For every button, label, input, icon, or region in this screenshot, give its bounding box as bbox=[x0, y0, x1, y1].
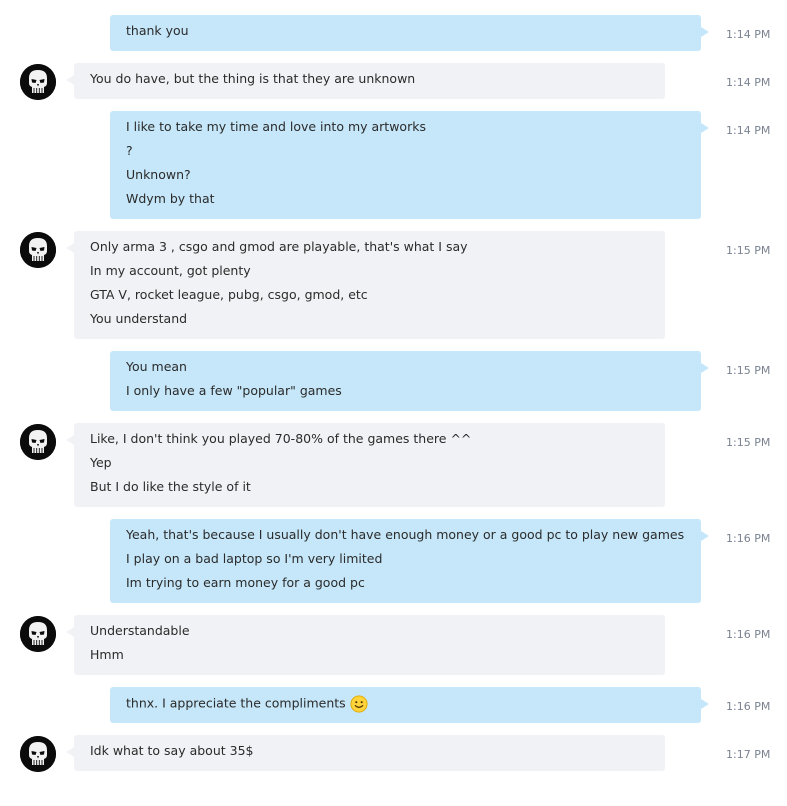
message-text-content: Understandable bbox=[90, 623, 190, 638]
message-timestamp: 1:16 PM bbox=[726, 700, 771, 713]
message-text: You do have, but the thing is that they … bbox=[90, 71, 649, 95]
contact-avatar[interactable] bbox=[20, 616, 56, 652]
message-timestamp: 1:14 PM bbox=[726, 76, 771, 89]
message-text-content: Unknown? bbox=[126, 167, 191, 182]
message-text: Unknown? bbox=[126, 167, 685, 191]
message-text-content: In my account, got plenty bbox=[90, 263, 251, 278]
incoming-message-bubble[interactable]: Like, I don't think you played 70-80% of… bbox=[66, 423, 665, 507]
message-text: Im trying to earn money for a good pc bbox=[126, 575, 685, 599]
message-text: thank you bbox=[126, 23, 685, 47]
message-text-content: I only have a few "popular" games bbox=[126, 383, 342, 398]
incoming-message-bubble[interactable]: You do have, but the thing is that they … bbox=[66, 63, 665, 99]
message-text: In my account, got plenty bbox=[90, 263, 649, 287]
message-text-content: thank you bbox=[126, 23, 189, 38]
message-text: You understand bbox=[90, 311, 649, 335]
punisher-skull-icon bbox=[20, 232, 56, 268]
message-text: Yeah, that's because I usually don't hav… bbox=[126, 527, 685, 551]
message-timestamp: 1:15 PM bbox=[726, 364, 771, 377]
incoming-message-bubble[interactable]: Understandable Hmm bbox=[66, 615, 665, 675]
punisher-skull-icon bbox=[20, 616, 56, 652]
message-text: GTA V, rocket league, pubg, csgo, gmod, … bbox=[90, 287, 649, 311]
message-text-content: Only arma 3 , csgo and gmod are playable… bbox=[90, 239, 468, 254]
message-text: Like, I don't think you played 70-80% of… bbox=[90, 431, 649, 455]
message-text-content: Hmm bbox=[90, 647, 124, 662]
message-text-content: But I do like the style of it bbox=[90, 479, 251, 494]
message-text-content: I like to take my time and love into my … bbox=[126, 119, 426, 134]
message-text-content: Yep bbox=[90, 455, 112, 470]
message-text: I like to take my time and love into my … bbox=[126, 119, 685, 143]
punisher-skull-icon bbox=[20, 736, 56, 772]
contact-avatar[interactable] bbox=[20, 736, 56, 772]
punisher-skull-icon bbox=[20, 424, 56, 460]
message-timestamp: 1:15 PM bbox=[726, 436, 771, 449]
message-text: thnx. I appreciate the compliments bbox=[126, 695, 685, 719]
punisher-skull-icon bbox=[20, 64, 56, 100]
message-text: Hmm bbox=[90, 647, 649, 671]
message-text-content: I play on a bad laptop so I'm very limit… bbox=[126, 551, 383, 566]
outgoing-message-bubble[interactable]: You mean I only have a few "popular" game… bbox=[110, 351, 709, 411]
message-text: Yep bbox=[90, 455, 649, 479]
message-text-content: Like, I don't think you played 70-80% of… bbox=[90, 431, 472, 446]
message-text: Idk what to say about 35$ bbox=[90, 743, 649, 767]
message-text-content: GTA V, rocket league, pubg, csgo, gmod, … bbox=[90, 287, 368, 302]
message-text-content: Idk what to say about 35$ bbox=[90, 743, 254, 758]
outgoing-message-bubble[interactable]: Yeah, that's because I usually don't hav… bbox=[110, 519, 709, 603]
message-timestamp: 1:16 PM bbox=[726, 532, 771, 545]
message-text: Only arma 3 , csgo and gmod are playable… bbox=[90, 239, 649, 263]
message-timestamp: 1:16 PM bbox=[726, 628, 771, 641]
contact-avatar[interactable] bbox=[20, 424, 56, 460]
message-text: Understandable bbox=[90, 623, 649, 647]
message-text-content: You do have, but the thing is that they … bbox=[90, 71, 416, 86]
outgoing-message-bubble[interactable]: thnx. I appreciate the compliments bbox=[110, 687, 709, 723]
message-text-content: Im trying to earn money for a good pc bbox=[126, 575, 365, 590]
message-text-content: thnx. I appreciate the compliments bbox=[126, 695, 346, 711]
message-text: Wdym by that bbox=[126, 191, 685, 215]
incoming-message-bubble[interactable]: Idk what to say about 35$ bbox=[66, 735, 665, 771]
message-text-content: ? bbox=[126, 143, 133, 158]
smiley-emoji-icon bbox=[350, 695, 368, 713]
contact-avatar[interactable] bbox=[20, 232, 56, 268]
message-timestamp: 1:15 PM bbox=[726, 244, 771, 257]
message-text: But I do like the style of it bbox=[90, 479, 649, 503]
message-text-content: You understand bbox=[90, 311, 188, 326]
message-text: You mean bbox=[126, 359, 685, 383]
message-text: ? bbox=[126, 143, 685, 167]
outgoing-message-bubble[interactable]: I like to take my time and love into my … bbox=[110, 111, 709, 219]
message-text-content: Yeah, that's because I usually don't hav… bbox=[126, 527, 685, 542]
message-timestamp: 1:14 PM bbox=[726, 28, 771, 41]
contact-avatar[interactable] bbox=[20, 64, 56, 100]
outgoing-message-bubble[interactable]: thank you bbox=[110, 15, 709, 51]
incoming-message-bubble[interactable]: Only arma 3 , csgo and gmod are playable… bbox=[66, 231, 665, 339]
message-text: I only have a few "popular" games bbox=[126, 383, 685, 407]
message-timestamp: 1:14 PM bbox=[726, 124, 771, 137]
message-text-content: Wdym by that bbox=[126, 191, 215, 206]
message-text-content: You mean bbox=[126, 359, 187, 374]
message-text: I play on a bad laptop so I'm very limit… bbox=[126, 551, 685, 575]
message-timestamp: 1:17 PM bbox=[726, 748, 771, 761]
